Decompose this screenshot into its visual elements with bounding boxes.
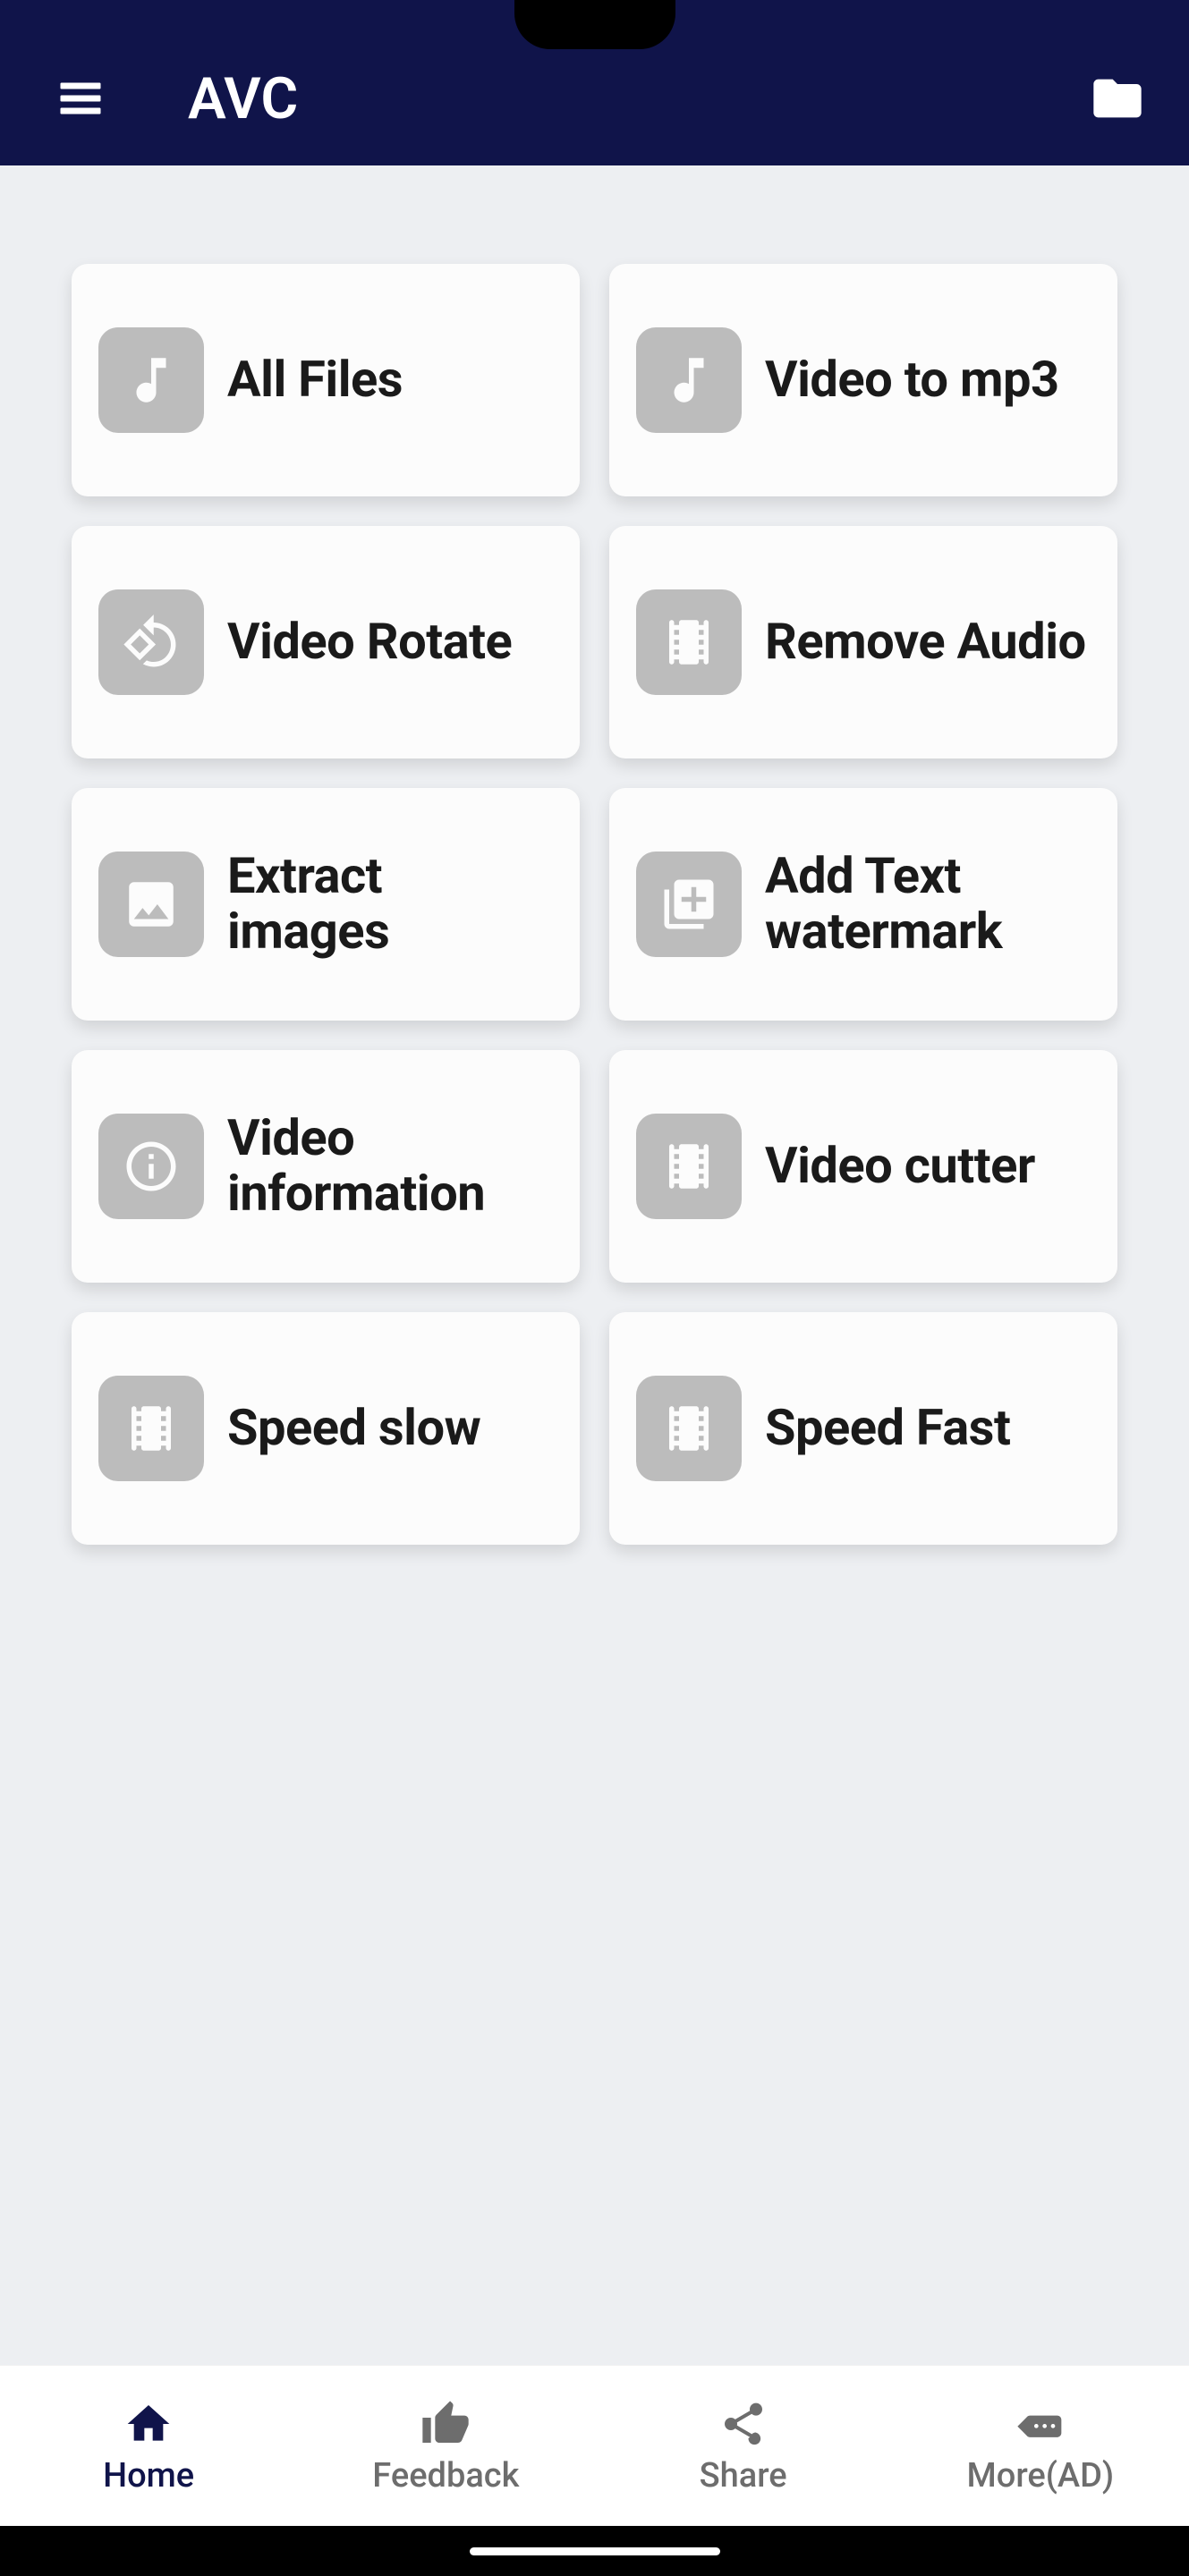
card-label: Video information xyxy=(227,1111,549,1221)
tool-card-extract-images[interactable]: Extract images xyxy=(72,788,580,1021)
tool-card-video-info[interactable]: Video information xyxy=(72,1050,580,1283)
home-indicator-area xyxy=(0,2526,1189,2576)
home-indicator[interactable] xyxy=(470,2547,720,2555)
folder-icon xyxy=(1089,70,1146,127)
bottom-nav: Home Feedback Share More(AD) xyxy=(0,2365,1189,2526)
app-title: AVC xyxy=(188,65,1082,132)
more-icon xyxy=(1014,2397,1067,2451)
card-label: Video cutter xyxy=(765,1139,1035,1194)
nav-label: More(AD) xyxy=(967,2456,1115,2496)
card-label: Video to mp3 xyxy=(765,352,1059,408)
add-layer-icon xyxy=(636,852,742,957)
film-icon xyxy=(636,1114,742,1219)
nav-home[interactable]: Home xyxy=(0,2366,297,2526)
menu-button[interactable] xyxy=(45,63,116,134)
hamburger-icon xyxy=(54,72,107,125)
film-icon xyxy=(636,589,742,695)
card-label: Extract images xyxy=(227,849,549,959)
home-icon xyxy=(122,2397,175,2451)
app-header: AVC xyxy=(0,31,1189,165)
film-icon xyxy=(636,1376,742,1481)
nav-label: Home xyxy=(103,2456,194,2496)
tool-card-video-rotate[interactable]: Video Rotate xyxy=(72,526,580,758)
device-notch xyxy=(514,0,675,49)
card-label: Speed Fast xyxy=(765,1401,1010,1456)
rotate-icon xyxy=(98,589,204,695)
nav-label: Share xyxy=(700,2456,787,2496)
card-label: All Files xyxy=(227,352,403,408)
nav-label: Feedback xyxy=(372,2456,519,2496)
nav-share[interactable]: Share xyxy=(595,2366,892,2526)
nav-more[interactable]: More(AD) xyxy=(892,2366,1189,2526)
film-icon xyxy=(98,1376,204,1481)
tool-card-speed-slow[interactable]: Speed slow xyxy=(72,1312,580,1545)
image-icon xyxy=(98,852,204,957)
folder-button[interactable] xyxy=(1082,63,1153,134)
card-label: Add Text watermark xyxy=(765,849,1087,959)
info-icon xyxy=(98,1114,204,1219)
tool-card-add-watermark[interactable]: Add Text watermark xyxy=(609,788,1117,1021)
tools-grid: All Files Video to mp3 Video Rotate Remo… xyxy=(72,264,1117,1545)
share-icon xyxy=(717,2397,770,2451)
tool-card-video-cutter[interactable]: Video cutter xyxy=(609,1050,1117,1283)
card-label: Speed slow xyxy=(227,1401,480,1456)
tool-card-all-files[interactable]: All Files xyxy=(72,264,580,496)
tool-card-remove-audio[interactable]: Remove Audio xyxy=(609,526,1117,758)
tool-card-video-to-mp3[interactable]: Video to mp3 xyxy=(609,264,1117,496)
nav-feedback[interactable]: Feedback xyxy=(297,2366,594,2526)
content-area: All Files Video to mp3 Video Rotate Remo… xyxy=(0,165,1189,2365)
music-note-icon xyxy=(98,327,204,433)
tool-card-speed-fast[interactable]: Speed Fast xyxy=(609,1312,1117,1545)
status-bar xyxy=(0,0,1189,31)
card-label: Remove Audio xyxy=(765,614,1086,670)
music-note-icon xyxy=(636,327,742,433)
thumbs-up-icon xyxy=(419,2397,472,2451)
card-label: Video Rotate xyxy=(227,614,512,670)
